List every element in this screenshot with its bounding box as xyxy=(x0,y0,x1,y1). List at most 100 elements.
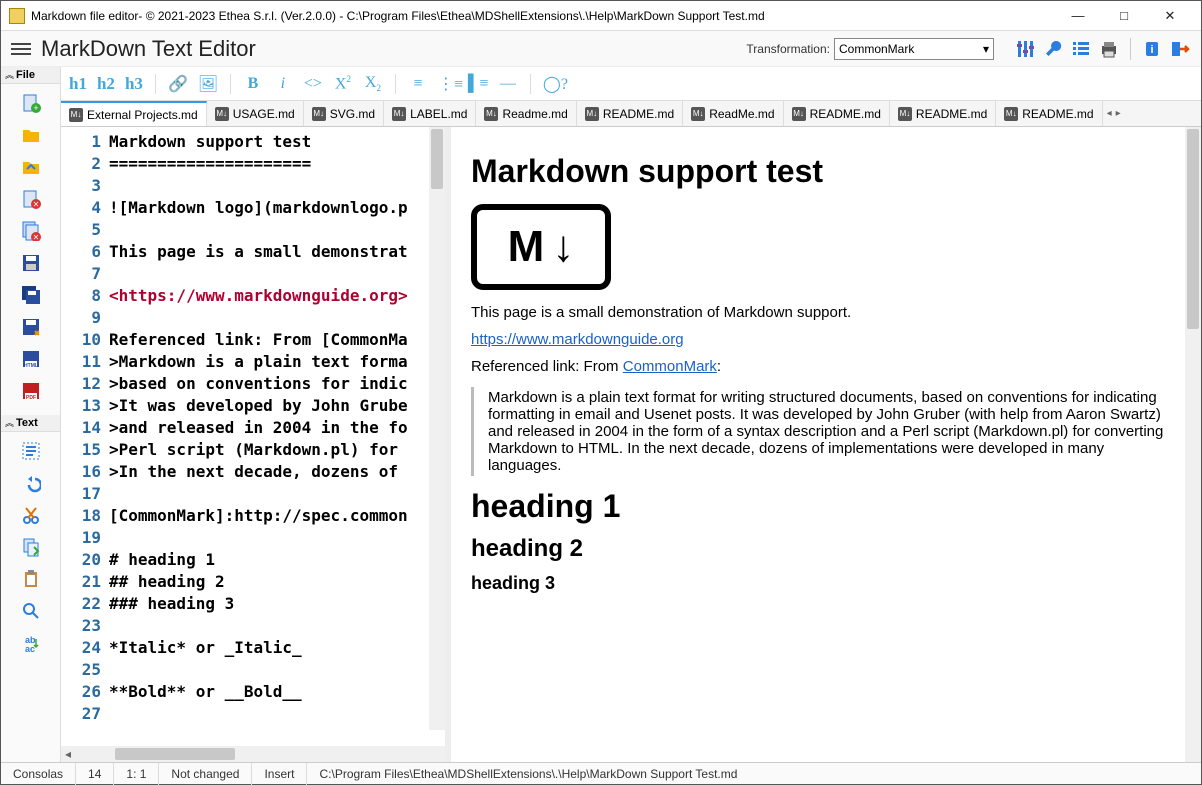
menu-icon[interactable] xyxy=(11,43,31,55)
search-icon[interactable] xyxy=(20,600,42,622)
undo-icon[interactable] xyxy=(20,472,42,494)
markdown-file-icon: M↓ xyxy=(392,107,406,121)
editor-scrollbar-horizontal[interactable]: ◂ xyxy=(61,746,445,762)
code-line[interactable]: 13>It was developed by John Grube xyxy=(61,395,445,417)
tab-label: SVG.md xyxy=(330,107,375,121)
app-icon xyxy=(9,8,25,24)
code-line[interactable]: 24*Italic* or _Italic_ xyxy=(61,637,445,659)
code-line[interactable]: 21## heading 2 xyxy=(61,571,445,593)
paste-icon[interactable] xyxy=(20,568,42,590)
code-line[interactable]: 14>and released in 2004 in the fo xyxy=(61,417,445,439)
save-icon[interactable] xyxy=(20,252,42,274)
tabs-bar: M↓External Projects.mdM↓USAGE.md M↓ SVG.md… xyxy=(61,101,1201,127)
new-file-icon[interactable]: + xyxy=(20,92,42,114)
code-line[interactable]: 6This page is a small demonstrat xyxy=(61,241,445,263)
export-html-icon[interactable]: HTML xyxy=(20,348,42,370)
tab-9[interactable]: M↓README.md xyxy=(996,101,1102,126)
open-folder-icon[interactable] xyxy=(20,124,42,146)
save-as-icon[interactable] xyxy=(20,316,42,338)
link-icon[interactable]: 🔗 xyxy=(168,74,188,94)
code-line[interactable]: 1Markdown support test xyxy=(61,131,445,153)
info-icon[interactable]: i xyxy=(1141,38,1163,60)
code-line[interactable]: 4![Markdown logo](markdownlogo.p xyxy=(61,197,445,219)
tab-3[interactable]: M↓LABEL.md xyxy=(384,101,476,126)
code-line[interactable]: 8<https://www.markdownguide.org> xyxy=(61,285,445,307)
tab-8[interactable]: M↓README.md xyxy=(890,101,996,126)
bold-button[interactable]: B xyxy=(243,75,263,93)
code-line[interactable]: 23 xyxy=(61,615,445,637)
maximize-button[interactable]: □ xyxy=(1101,2,1147,30)
copy-icon[interactable] xyxy=(20,536,42,558)
code-line[interactable]: 22### heading 3 xyxy=(61,593,445,615)
h1-button[interactable]: h1 xyxy=(69,74,87,94)
code-line[interactable]: 19 xyxy=(61,527,445,549)
h2-button[interactable]: h2 xyxy=(97,74,115,94)
close-all-icon[interactable]: ✕ xyxy=(20,220,42,242)
code-line[interactable]: 7 xyxy=(61,263,445,285)
replace-icon[interactable]: abac xyxy=(20,632,42,654)
subscript-button[interactable]: X2 xyxy=(363,74,383,93)
code-line[interactable]: 26**Bold** or __Bold__ xyxy=(61,681,445,703)
tab-scroll-buttons[interactable]: ◂▸ xyxy=(1103,101,1125,126)
settings-sliders-icon[interactable] xyxy=(1014,38,1036,60)
export-pdf-icon[interactable]: PDF xyxy=(20,380,42,402)
separator xyxy=(1130,38,1131,60)
preview-link-commonmark[interactable]: CommonMark xyxy=(623,358,717,375)
tab-0[interactable]: M↓External Projects.md xyxy=(61,101,207,127)
unordered-list-button[interactable]: ⋮≡ xyxy=(438,74,458,94)
code-line[interactable]: 18[CommonMark]:http://spec.common xyxy=(61,505,445,527)
tab-1[interactable]: M↓USAGE.md xyxy=(207,101,304,126)
tab-7[interactable]: M↓README.md xyxy=(784,101,890,126)
code-line[interactable]: 17 xyxy=(61,483,445,505)
code-line[interactable]: 9 xyxy=(61,307,445,329)
ordered-list-button[interactable]: ≡ xyxy=(408,75,428,93)
code-line[interactable]: 3 xyxy=(61,175,445,197)
code-line[interactable]: 12>based on conventions for indic xyxy=(61,373,445,395)
code-button[interactable]: <> xyxy=(303,75,323,93)
code-line[interactable]: 20# heading 1 xyxy=(61,549,445,571)
open-recent-icon[interactable] xyxy=(20,156,42,178)
text-section-header[interactable]: ︽Text xyxy=(1,415,60,432)
wrench-icon[interactable] xyxy=(1042,38,1064,60)
svg-text:PDF: PDF xyxy=(26,395,36,401)
blockquote-button[interactable]: ▌≡ xyxy=(468,75,488,93)
preview-ref-line: Referenced link: From CommonMark: xyxy=(471,358,1181,375)
save-all-icon[interactable] xyxy=(20,284,42,306)
window-title: Markdown file editor- © 2021-2023 Ethea … xyxy=(31,9,1055,23)
superscript-button[interactable]: X2 xyxy=(333,74,353,93)
code-editor[interactable]: 1Markdown support test2=================… xyxy=(61,127,445,746)
preview-link-guide[interactable]: https://www.markdownguide.org xyxy=(471,331,684,348)
code-line[interactable]: 16>In the next decade, dozens of xyxy=(61,461,445,483)
tab-4[interactable]: M↓Readme.md xyxy=(476,101,576,126)
list-icon[interactable] xyxy=(1070,38,1092,60)
tab-2[interactable]: M↓ SVG.md xyxy=(304,101,384,126)
code-line[interactable]: 25 xyxy=(61,659,445,681)
close-file-icon[interactable]: ✕ xyxy=(20,188,42,210)
select-all-icon[interactable] xyxy=(20,440,42,462)
preview-pane: Markdown support test M↓ This page is a … xyxy=(451,127,1201,762)
markdown-file-icon: M↓ xyxy=(312,107,326,121)
exit-icon[interactable] xyxy=(1169,38,1191,60)
transformation-select[interactable]: CommonMark ▾ xyxy=(834,38,994,60)
tab-5[interactable]: M↓README.md xyxy=(577,101,683,126)
cut-icon[interactable] xyxy=(20,504,42,526)
preview-scrollbar[interactable] xyxy=(1185,127,1201,762)
h3-button[interactable]: h3 xyxy=(125,74,143,94)
printer-icon[interactable] xyxy=(1098,38,1120,60)
italic-button[interactable]: i xyxy=(273,75,293,93)
code-line[interactable]: 11>Markdown is a plain text forma xyxy=(61,351,445,373)
code-line[interactable]: 2===================== xyxy=(61,153,445,175)
help-icon[interactable]: ◯? xyxy=(543,74,563,94)
image-icon[interactable]: 🖼 xyxy=(198,74,218,94)
code-line[interactable]: 15>Perl script (Markdown.pl) for xyxy=(61,439,445,461)
code-line[interactable]: 5 xyxy=(61,219,445,241)
minimize-button[interactable]: — xyxy=(1055,2,1101,30)
editor-scrollbar-vertical[interactable] xyxy=(429,127,445,730)
hr-button[interactable]: — xyxy=(498,75,518,93)
close-button[interactable]: ✕ xyxy=(1147,2,1193,30)
file-section-header[interactable]: ︽File xyxy=(1,67,60,84)
tab-6[interactable]: M↓ReadMe.md xyxy=(683,101,783,126)
code-line[interactable]: 27 xyxy=(61,703,445,725)
code-line[interactable]: 10Referenced link: From [CommonMa xyxy=(61,329,445,351)
svg-text:ac: ac xyxy=(25,644,35,653)
